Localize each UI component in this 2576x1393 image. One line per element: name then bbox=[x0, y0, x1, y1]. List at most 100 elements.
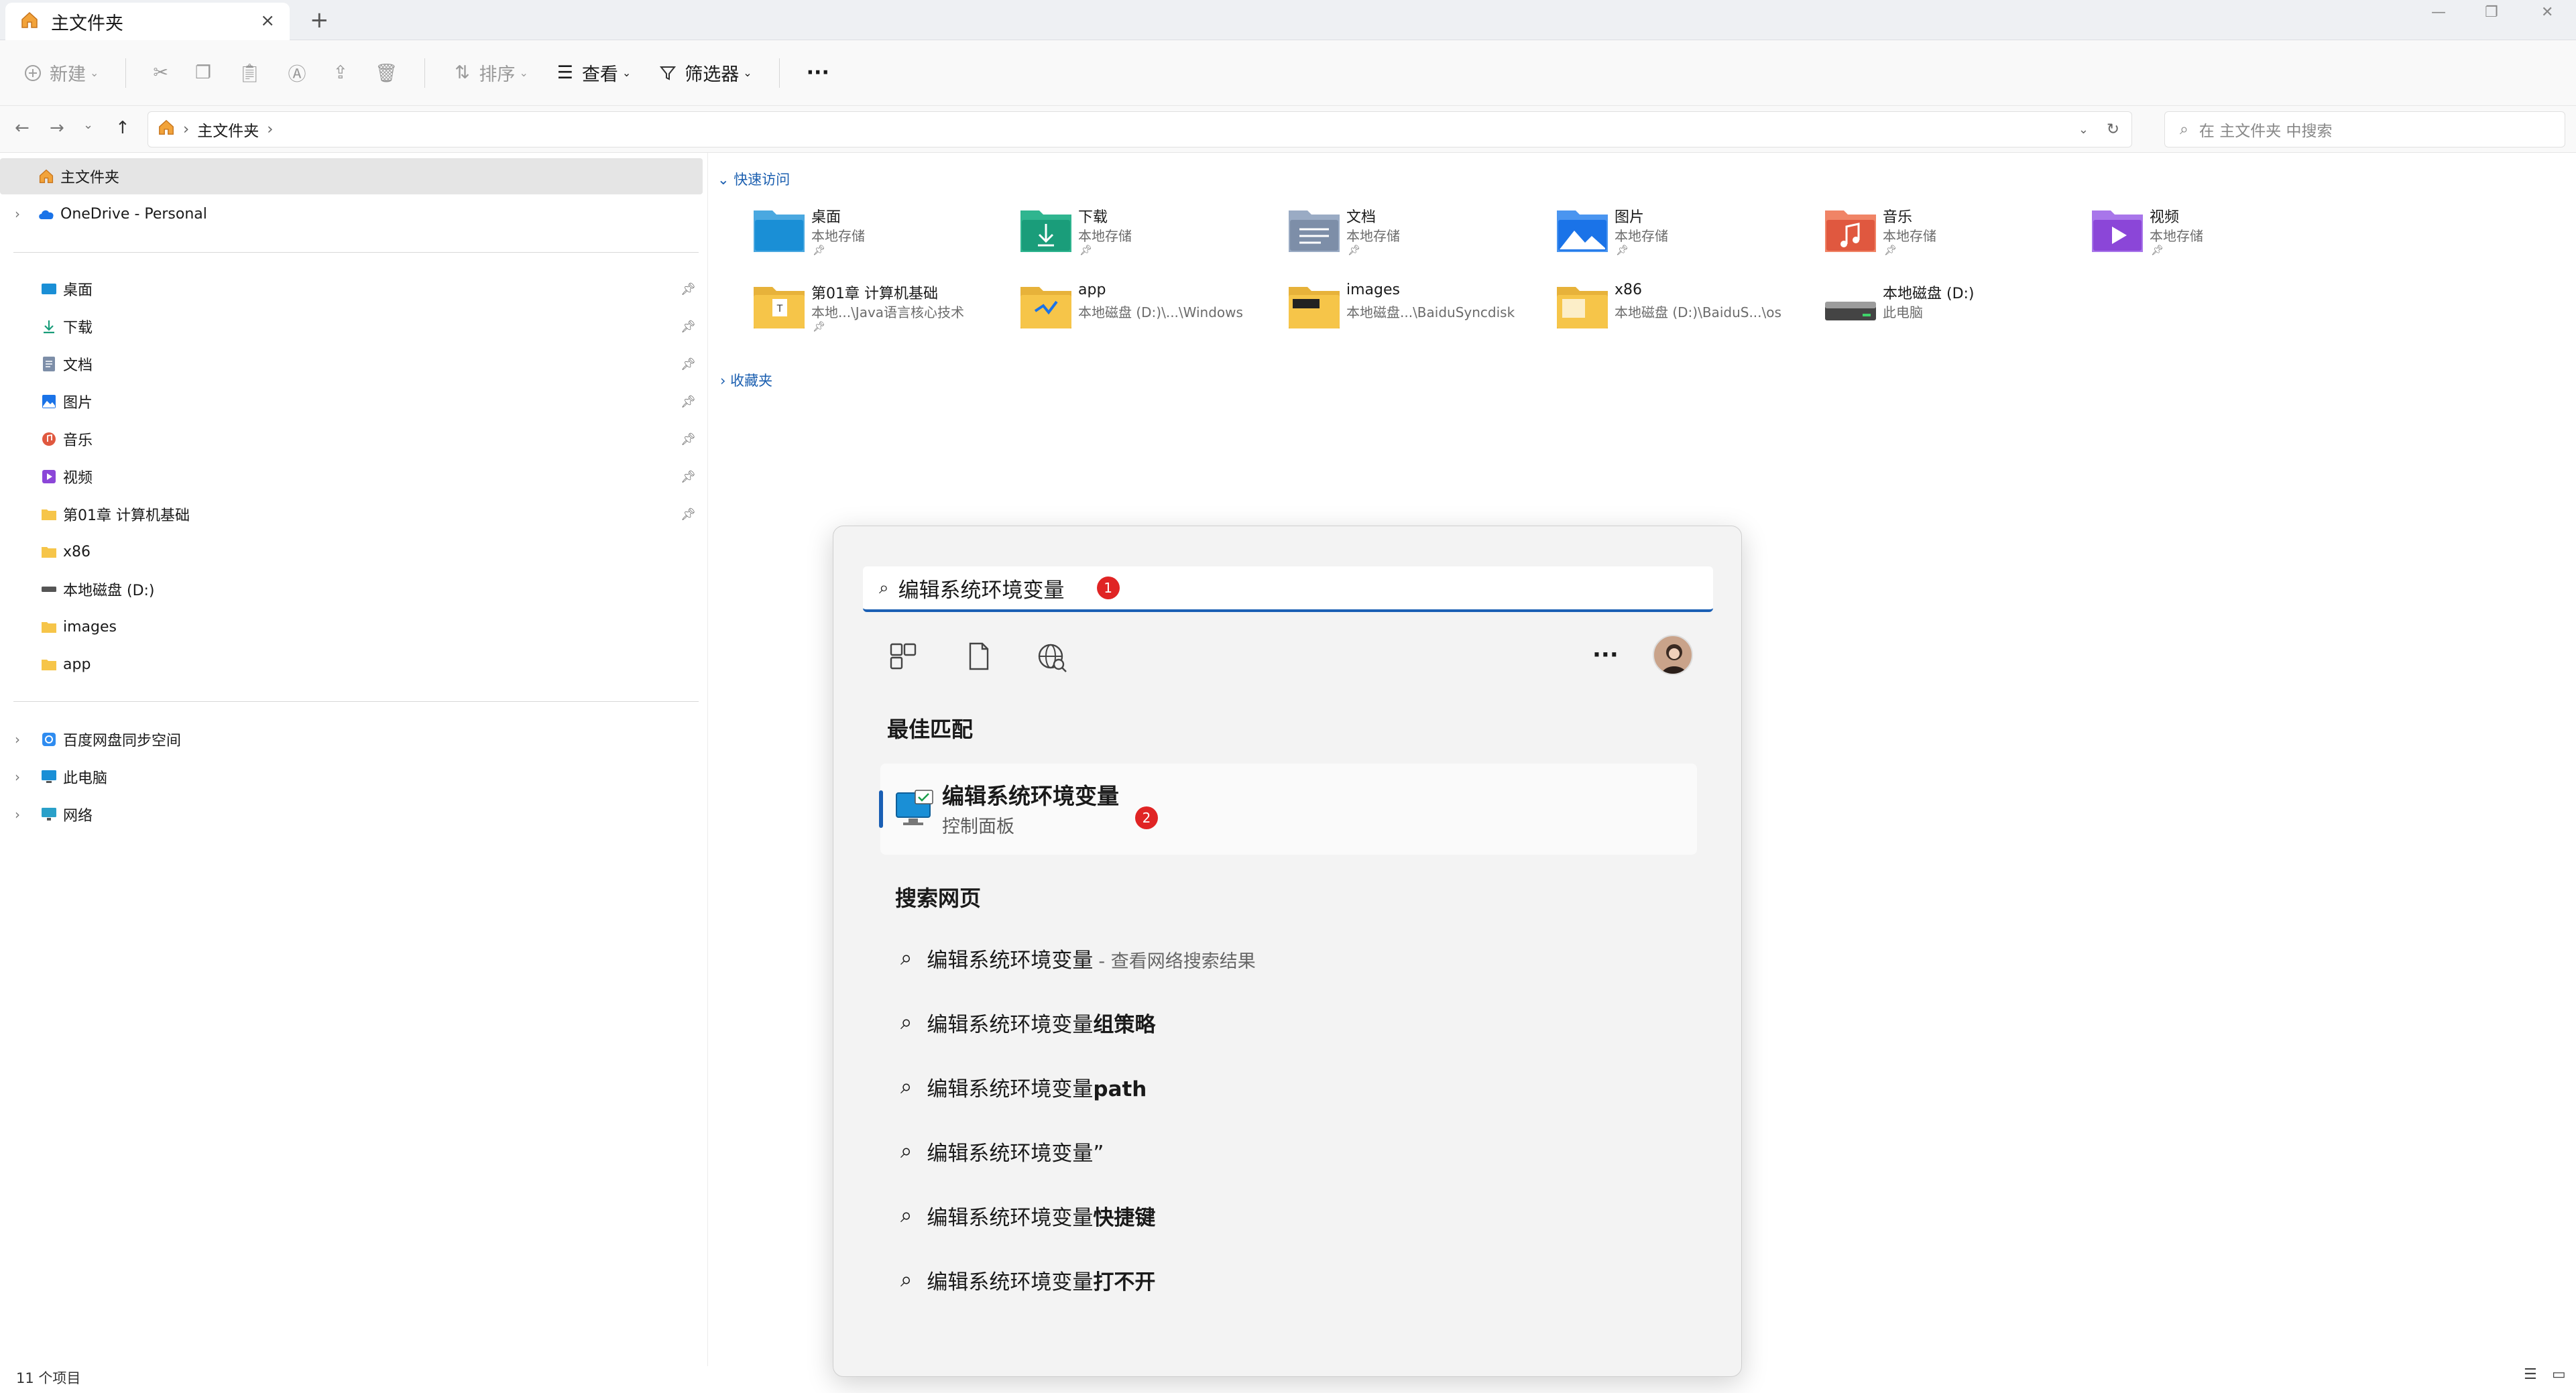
web-result-row[interactable]: ⌕ 编辑系统环境变量快捷键 bbox=[900, 1195, 1155, 1235]
videos-folder-icon bbox=[2092, 210, 2143, 252]
close-window-icon[interactable]: ✕ bbox=[2541, 4, 2553, 21]
up-arrow-icon[interactable]: ↑ bbox=[115, 118, 130, 138]
sidebar-divider bbox=[13, 701, 699, 702]
item-count: 11 个项目 bbox=[16, 1370, 81, 1386]
recent-chevron-icon[interactable]: ⌄ bbox=[83, 118, 93, 132]
qa-app[interactable]: app 本地磁盘 (D:)\...\Windows bbox=[1019, 279, 1274, 346]
qa-location: 本地存储 bbox=[811, 228, 865, 244]
chevron-right-icon[interactable]: › bbox=[15, 769, 20, 785]
paste-icon[interactable]: 📋︎ bbox=[238, 62, 261, 84]
pin-icon[interactable]: 📌︎ bbox=[681, 282, 696, 296]
filter-icon bbox=[658, 63, 678, 83]
web-result-row[interactable]: ⌕ 编辑系统环境变量打不开 bbox=[900, 1260, 1155, 1300]
breadcrumb-home[interactable]: 主文件夹 bbox=[197, 118, 259, 141]
chevron-right-icon[interactable]: › bbox=[15, 806, 20, 823]
view-button[interactable]: ☰ 查看 ⌄ bbox=[555, 60, 632, 86]
quick-access-header[interactable]: ⌄ 快速访问 bbox=[717, 169, 790, 189]
delete-icon[interactable]: 🗑︎ bbox=[375, 62, 398, 84]
qa-location: 此电脑 bbox=[1883, 304, 1923, 320]
pin-icon[interactable]: 📌︎ bbox=[681, 432, 696, 446]
qa-images[interactable]: images 本地磁盘...\BaiduSyncdisk bbox=[1287, 279, 1542, 346]
qa-chapter01[interactable]: T 第01章 计算机基础 本地...\Java语言核心技术 📌︎ bbox=[752, 279, 1007, 346]
forward-arrow-icon[interactable]: → bbox=[50, 118, 64, 138]
refresh-icon[interactable]: ↻ bbox=[2107, 121, 2119, 138]
sidebar-item-network[interactable]: › 网络 bbox=[0, 796, 703, 833]
avatar[interactable] bbox=[1653, 635, 1693, 675]
web-result-row[interactable]: ⌕ 编辑系统环境变量组策略 bbox=[900, 1002, 1155, 1042]
sidebar-item-home[interactable]: 主文件夹 bbox=[0, 158, 703, 194]
documents-filter-icon[interactable] bbox=[963, 642, 993, 674]
qa-documents[interactable]: 文档 本地存储 📌︎ bbox=[1287, 202, 1542, 269]
back-arrow-icon[interactable]: ← bbox=[15, 118, 30, 138]
sidebar-item-chapter01[interactable]: 第01章 计算机基础 📌︎ bbox=[0, 496, 703, 532]
sort-button[interactable]: ⇅ 排序 ⌄ bbox=[452, 60, 528, 86]
minimize-icon[interactable]: — bbox=[2431, 4, 2446, 21]
web-result-suffix: 打不开 bbox=[1093, 1270, 1156, 1294]
pin-icon[interactable]: 📌︎ bbox=[681, 470, 696, 484]
qa-name: images bbox=[1346, 282, 1400, 298]
tiles-view-icon[interactable]: ▭ bbox=[2552, 1366, 2566, 1383]
details-view-icon[interactable]: ☰ bbox=[2524, 1366, 2537, 1383]
annotation-badge-1: 1 bbox=[1096, 577, 1120, 599]
qa-pictures[interactable]: 图片 本地存储 📌︎ bbox=[1556, 202, 1810, 269]
new-button[interactable]: 新建 ⌄ bbox=[23, 60, 99, 86]
web-result-row[interactable]: ⌕ 编辑系统环境变量 - 查看网络搜索结果 bbox=[900, 938, 1256, 978]
qa-name: 视频 bbox=[2150, 209, 2180, 226]
share-icon[interactable]: ⇪ bbox=[333, 62, 349, 83]
cut-icon[interactable]: ✂ bbox=[153, 62, 168, 83]
start-search-box[interactable]: ⌕ 编辑系统环境变量 1 bbox=[863, 566, 1713, 612]
chevron-down-icon: ⌄ bbox=[717, 172, 734, 188]
qa-downloads[interactable]: 下载 本地存储 📌︎ bbox=[1019, 202, 1274, 269]
restore-icon[interactable]: ❐ bbox=[2485, 4, 2498, 21]
qa-drive-d[interactable]: 本地磁盘 (D:) 此电脑 bbox=[1824, 279, 2079, 346]
command-bar: 新建 ⌄ ✂ ❐ 📋︎ Ⓐ ⇪ 🗑︎ ⇅ 排序 ⌄ ☰ 查看 ⌄ 筛选器 ⌄ ·… bbox=[0, 40, 2576, 106]
pin-icon[interactable]: 📌︎ bbox=[681, 357, 696, 371]
sidebar-item-drive-d[interactable]: 本地磁盘 (D:) bbox=[0, 571, 703, 607]
best-match-result[interactable]: 编辑系统环境变量 控制面板 2 bbox=[879, 764, 1697, 855]
sidebar-item-pictures[interactable]: 图片 📌︎ bbox=[0, 383, 703, 420]
folder-icon bbox=[39, 504, 59, 524]
more-options-button[interactable]: ··· bbox=[1592, 642, 1619, 668]
filter-button[interactable]: 筛选器 ⌄ bbox=[658, 60, 752, 86]
web-result-row[interactable]: ⌕ 编辑系统环境变量path bbox=[900, 1067, 1147, 1107]
pin-icon: 📌︎ bbox=[813, 244, 826, 256]
pin-icon[interactable]: 📌︎ bbox=[681, 320, 696, 334]
new-tab-button[interactable]: + bbox=[310, 7, 329, 34]
sidebar-item-this-pc[interactable]: › 此电脑 bbox=[0, 759, 703, 795]
qa-desktop[interactable]: 桌面 本地存储 📌︎ bbox=[752, 202, 1007, 269]
qa-videos[interactable]: 视频 本地存储 📌︎ bbox=[2091, 202, 2345, 269]
favorites-header[interactable]: › 收藏夹 bbox=[720, 370, 772, 390]
chevron-right-icon[interactable]: › bbox=[15, 206, 20, 222]
web-filter-icon[interactable] bbox=[1036, 642, 1068, 676]
sidebar-item-documents[interactable]: 文档 📌︎ bbox=[0, 346, 703, 382]
search-flyout: ⌕ 编辑系统环境变量 1 ··· 最佳匹配 编辑系统环境变量 控制面板 2 搜索… bbox=[833, 526, 1742, 1377]
address-dropdown-icon[interactable]: ⌄ bbox=[2079, 123, 2089, 137]
web-result-row[interactable]: ⌕ 编辑系统环境变量” bbox=[900, 1131, 1104, 1171]
pin-icon: 📌︎ bbox=[1079, 244, 1093, 256]
sidebar-item-baidu[interactable]: › 百度网盘同步空间 bbox=[0, 721, 703, 758]
sidebar-item-music[interactable]: 音乐 📌︎ bbox=[0, 421, 703, 457]
pin-icon[interactable]: 📌︎ bbox=[681, 395, 696, 409]
sidebar-item-downloads[interactable]: 下载 📌︎ bbox=[0, 308, 703, 345]
qa-music[interactable]: 音乐 本地存储 📌︎ bbox=[1824, 202, 2079, 269]
sidebar-item-videos[interactable]: 视频 📌︎ bbox=[0, 459, 703, 495]
sidebar-item-app[interactable]: app bbox=[0, 646, 703, 682]
cloud-sync-icon bbox=[39, 729, 59, 749]
sidebar-item-onedrive[interactable]: › OneDrive - Personal bbox=[0, 196, 703, 232]
chevron-right-icon[interactable]: › bbox=[15, 731, 20, 747]
folder-search-box[interactable]: ⌕ 在 主文件夹 中搜索 bbox=[2164, 111, 2565, 147]
sidebar-item-x86[interactable]: x86 bbox=[0, 534, 703, 570]
sidebar-item-images[interactable]: images bbox=[0, 609, 703, 645]
close-tab-icon[interactable]: × bbox=[260, 11, 275, 31]
pin-icon[interactable]: 📌︎ bbox=[681, 507, 696, 522]
qa-location: 本地存储 bbox=[1078, 228, 1132, 244]
copy-icon[interactable]: ❐ bbox=[195, 62, 211, 83]
sidebar-item-desktop[interactable]: 桌面 📌︎ bbox=[0, 271, 703, 307]
tab-home[interactable]: 主文件夹 × bbox=[5, 3, 290, 40]
rename-icon[interactable]: Ⓐ bbox=[288, 60, 306, 86]
pin-icon: 📌︎ bbox=[1884, 244, 1897, 256]
apps-filter-icon[interactable] bbox=[888, 642, 918, 674]
more-options-button[interactable]: ··· bbox=[807, 61, 829, 84]
address-bar[interactable]: › 主文件夹 › ⌄ ↻ bbox=[148, 111, 2132, 147]
qa-x86[interactable]: x86 本地磁盘 (D:)\BaiduS...\os bbox=[1556, 279, 1810, 346]
